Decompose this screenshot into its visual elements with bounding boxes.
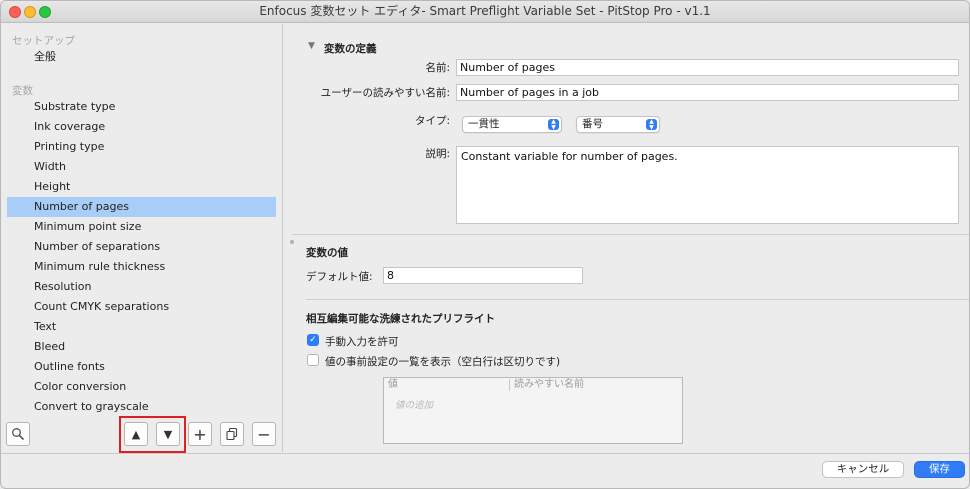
sidebar-section-setup: セットアップ — [12, 35, 75, 47]
sidebar-item-minimum-point-size[interactable]: Minimum point size — [7, 217, 276, 237]
name-label: 名前: — [425, 62, 450, 74]
description-field[interactable]: Constant variable for number of pages. — [456, 146, 959, 224]
sidebar-item-number-of-pages[interactable]: Number of pages — [7, 197, 276, 217]
sidebar-item-substrate-type[interactable]: Substrate type — [7, 97, 276, 117]
add-value-placeholder[interactable]: 値の追加 — [395, 397, 433, 411]
sidebar-item-width[interactable]: Width — [7, 157, 276, 177]
minimize-window-button[interactable] — [24, 6, 36, 18]
window-title: Enfocus 変数セット エディタ- Smart Preflight Vari… — [259, 4, 711, 18]
close-window-button[interactable] — [9, 6, 21, 18]
sidebar: セットアップ 全般 変数 Substrate type Ink coverage… — [1, 24, 281, 449]
preset-values-table[interactable]: 値 読みやすい名前 値の追加 — [383, 377, 683, 444]
type-select-value: 一貫性 — [468, 118, 500, 130]
sidebar-item-number-of-separations[interactable]: Number of separations — [7, 237, 276, 257]
type-select[interactable]: 一貫性 ▲ ▼ — [462, 116, 562, 133]
allow-manual-label: 手動入力を許可 — [325, 336, 399, 348]
sidebar-item-printing-type[interactable]: Printing type — [7, 137, 276, 157]
sidebar-item-bleed[interactable]: Bleed — [7, 337, 276, 357]
main-panel: ▼ 変数の定義 名前: ユーザーの読みやすい名前: タイプ: 一貫性 ▲▼ 番号… — [283, 24, 969, 452]
editor-window: Enfocus 変数セット エディタ- Smart Preflight Vari… — [0, 0, 970, 489]
default-value-field[interactable] — [383, 267, 583, 284]
chevron-updown-icon: ▲ ▼ — [646, 119, 657, 130]
highlight-box — [119, 416, 186, 453]
footer-bar: キャンセル 保存 — [1, 453, 969, 488]
default-value-label: デフォルト値: — [306, 271, 373, 283]
description-label: 説明: — [425, 148, 450, 160]
sidebar-item-outline-fonts[interactable]: Outline fonts — [7, 357, 276, 377]
value-header: 変数の値 — [306, 247, 348, 259]
remove-variable-button[interactable]: − — [252, 422, 276, 446]
type-label: タイプ: — [414, 115, 450, 127]
sidebar-item-general[interactable]: 全般 — [7, 47, 276, 67]
readable-name-field[interactable] — [456, 84, 959, 101]
section-divider — [292, 234, 969, 235]
sidebar-item-resolution[interactable]: Resolution — [7, 277, 276, 297]
sidebar-item-ink-coverage[interactable]: Ink coverage — [7, 117, 276, 137]
section-divider — [306, 299, 969, 300]
column-header-readable-name[interactable]: 読みやすい名前 — [510, 378, 682, 392]
sidebar-item-convert-to-grayscale[interactable]: Convert to grayscale — [7, 397, 276, 417]
subtype-select[interactable]: 番号 ▲ ▼ — [576, 116, 660, 133]
disclosure-triangle-icon[interactable]: ▼ — [308, 41, 315, 51]
column-header-value[interactable]: 値 — [384, 378, 509, 392]
search-icon — [12, 428, 25, 441]
sidebar-item-text[interactable]: Text — [7, 317, 276, 337]
plus-icon: + — [193, 424, 207, 444]
readable-name-label: ユーザーの読みやすい名前: — [320, 87, 450, 99]
name-field[interactable] — [456, 59, 959, 76]
chevron-updown-icon: ▲ ▼ — [548, 119, 559, 130]
subtype-select-value: 番号 — [582, 118, 603, 130]
minus-icon: − — [257, 424, 271, 444]
definition-header: 変数の定義 — [324, 43, 377, 55]
sidebar-item-count-cmyk-separations[interactable]: Count CMYK separations — [7, 297, 276, 317]
zoom-window-button[interactable] — [39, 6, 51, 18]
cancel-button[interactable]: キャンセル — [822, 461, 904, 478]
allow-manual-checkbox[interactable]: ✓ — [307, 334, 319, 346]
search-button[interactable] — [6, 422, 30, 446]
save-button[interactable]: 保存 — [914, 461, 965, 478]
sidebar-item-color-conversion[interactable]: Color conversion — [7, 377, 276, 397]
add-variable-button[interactable]: + — [188, 422, 212, 446]
title-bar: Enfocus 変数セット エディタ- Smart Preflight Vari… — [1, 1, 969, 23]
duplicate-variable-button[interactable] — [220, 422, 244, 446]
sidebar-section-variables: 変数 — [12, 85, 33, 97]
show-presets-checkbox[interactable] — [307, 354, 319, 366]
duplicate-icon — [226, 427, 238, 441]
resize-handle[interactable] — [290, 240, 294, 244]
sidebar-item-height[interactable]: Height — [7, 177, 276, 197]
smart-preflight-header: 相互編集可能な洗練されたプリフライト — [306, 313, 495, 325]
sidebar-item-minimum-rule-thickness[interactable]: Minimum rule thickness — [7, 257, 276, 277]
show-presets-label: 値の事前設定の一覧を表示（空白行は区切りです) — [325, 356, 561, 368]
